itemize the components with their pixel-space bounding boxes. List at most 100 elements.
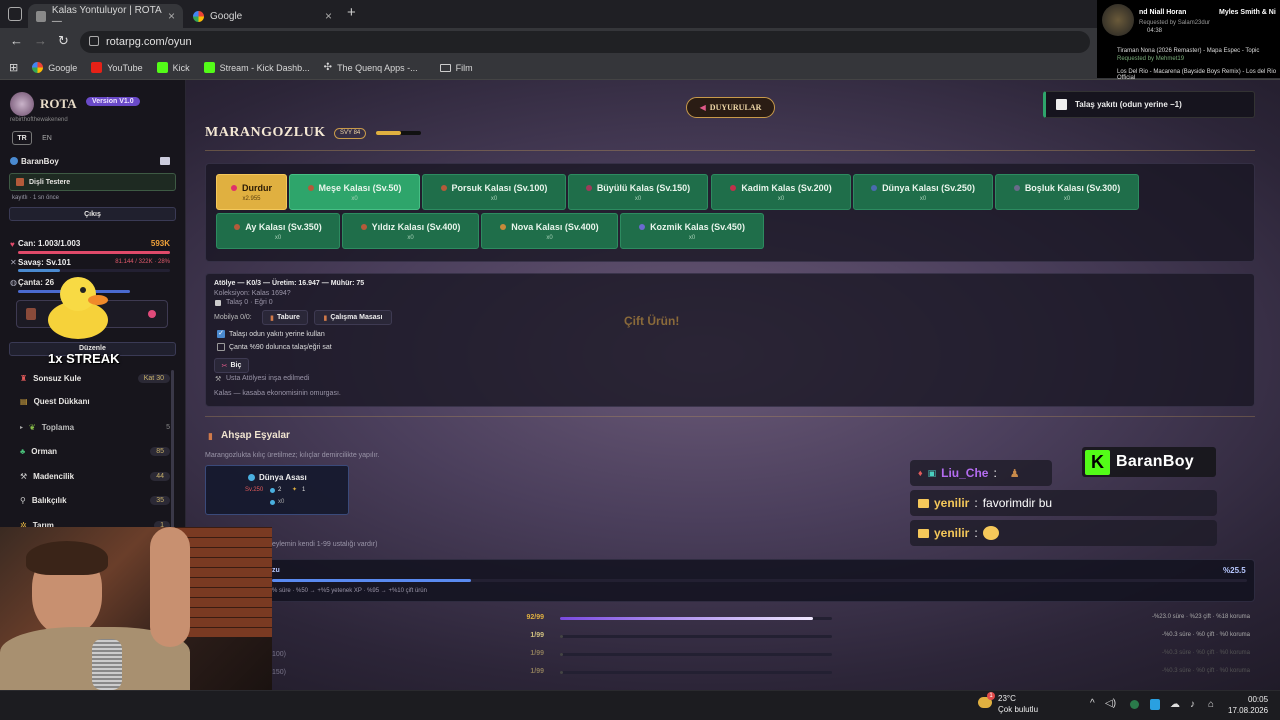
product-button[interactable]: Meşe Kalası (Sv.50) x0: [289, 174, 420, 210]
tray-app-icon[interactable]: [1130, 700, 1139, 709]
logout-button[interactable]: Çıkış: [9, 207, 176, 221]
tray-chevron-icon[interactable]: ^: [1090, 698, 1095, 709]
sidebar-scrollbar[interactable]: [171, 370, 174, 530]
product-button[interactable]: Büyülü Kalas (Sv.150) x0: [568, 174, 708, 210]
close-tab-icon[interactable]: ×: [325, 9, 332, 23]
track-title: nd Niall Horan: [1139, 9, 1187, 16]
windows-taskbar: 1 23°C Çok bulutlu ^ ◁) ☁ ♪ ⌂ 00:05 17.0…: [0, 690, 1280, 720]
tree-icon: ♣: [20, 446, 26, 456]
security-icon[interactable]: [1150, 699, 1160, 710]
mastery-row-track: [560, 635, 832, 638]
duck-eye: [80, 287, 86, 293]
tabure-button[interactable]: ▮ Tabure: [262, 310, 308, 325]
workshop-info: Atölye — K0/3 — Üretim: 16.947 — Mühür: …: [214, 280, 365, 287]
bookmark-quenq-apps[interactable]: ✣ The Quenq Apps -...: [324, 62, 418, 73]
product-button[interactable]: Yıldız Kalası (Sv.400) x0: [342, 213, 479, 249]
browser-tab-active[interactable]: Kalas Yontuluyor | ROTA — ×: [28, 4, 183, 28]
mastery-row-value: 1/99: [530, 632, 544, 639]
use-sawdust-checkbox[interactable]: ✓: [217, 330, 225, 338]
bookmark-kick[interactable]: Kick: [156, 62, 190, 73]
slot-item-icon[interactable]: [26, 308, 36, 320]
save-status: kayıtlı · 1 sn önce: [12, 195, 60, 201]
cut-button[interactable]: ✂ Biç: [214, 358, 249, 373]
lang-en-button[interactable]: EN: [37, 131, 57, 145]
equipped-item-panel[interactable]: Dişli Testere: [9, 173, 176, 191]
combat-label: Savaş: Sv.101: [18, 258, 71, 267]
lang-tr-button[interactable]: TR: [12, 131, 32, 145]
bookmark-stream-dashboard[interactable]: Stream - Kick Dashb...: [203, 62, 310, 73]
bookmark-label: Google: [48, 62, 78, 73]
bookmark-label: Film: [455, 62, 473, 73]
mastery-percent: %25.5: [1223, 566, 1246, 575]
chat-user: yenilir: [934, 526, 970, 540]
megaphone-icon: ◀: [699, 103, 706, 112]
workbench-button[interactable]: ▮ Çalışma Masası: [314, 310, 392, 325]
oak-plank-icon: [307, 184, 314, 191]
bookmark-film-folder[interactable]: Film: [439, 62, 473, 73]
chat-user: yenilir: [934, 496, 970, 510]
audio-icon[interactable]: ◁): [1105, 698, 1116, 709]
weather-desc: Çok bulutlu: [998, 705, 1039, 714]
nav-item-orman[interactable]: ♣ Orman 85: [20, 442, 170, 460]
nav-item-balikcilik[interactable]: ⚲ Balıkçılık 35: [20, 491, 170, 509]
browser-tab-bar: Kalas Yontuluyor | ROTA — × Google × +: [0, 0, 1280, 28]
url-input[interactable]: rotarpg.com/oyun: [80, 31, 1090, 53]
nav-section-toplama[interactable]: ▸ ❦ Toplama 5: [20, 418, 170, 436]
workshop-description: Kalas — kasaba ekonomisinin omurgası.: [214, 390, 341, 397]
nav-item-madencilik[interactable]: ⚒ Madencilik 44: [20, 467, 170, 485]
equipped-item-label: Dişli Testere: [29, 178, 71, 186]
logo-text: ROTA: [40, 96, 77, 111]
sawdust-icon: [215, 300, 221, 306]
toast-text: Talaş yakıtı (odun yerine −1): [1075, 100, 1182, 109]
announcements-button[interactable]: ◀ Duyurular: [686, 97, 775, 118]
product-button[interactable]: Nova Kalası (Sv.400) x0: [481, 213, 618, 249]
product-count: x0: [634, 195, 642, 202]
new-tab-icon[interactable]: +: [347, 4, 356, 21]
crown-icon: ♦: [918, 468, 923, 478]
bookmark-youtube[interactable]: YouTube: [91, 62, 143, 73]
reload-icon[interactable]: ↻: [58, 33, 69, 49]
product-button[interactable]: Kadim Kalas (Sv.200) x0: [711, 174, 851, 210]
rota-logo-icon: [10, 92, 34, 116]
mic-icon[interactable]: ♪: [1190, 699, 1195, 710]
auto-sell-checkbox[interactable]: [217, 343, 225, 351]
product-button-row: Kozmik Kalas (Sv.450): [639, 222, 745, 232]
product-button[interactable]: Kozmik Kalas (Sv.450) x0: [620, 213, 764, 249]
tab-search-icon[interactable]: [8, 7, 22, 21]
nav-label: Madencilik: [33, 471, 75, 481]
magic-plank-icon: [585, 184, 592, 191]
mail-icon[interactable]: [160, 157, 170, 165]
auto-sell-label: Çanta %90 dolunca talaş/eğri sat: [229, 344, 332, 351]
product-button[interactable]: Porsuk Kalası (Sv.100) x0: [422, 174, 566, 210]
product-label: Kozmik Kalas (Sv.450): [650, 221, 745, 232]
product-button[interactable]: Durdur x2.955: [216, 174, 287, 210]
version-badge: Version V1.0: [86, 97, 140, 106]
combat-xp: 81.144 / 322K · 28%: [115, 259, 170, 265]
product-button[interactable]: Dünya Kalası (Sv.250) x0: [853, 174, 993, 210]
bookmark-google[interactable]: Google: [32, 62, 77, 73]
nav-item-quest-dukkani[interactable]: ▤ Quest Dükkanı: [20, 392, 170, 410]
youtube-icon: [91, 62, 103, 73]
emote-icon: [982, 526, 999, 540]
mastery-row-bonus: -%0.3 süre · %0 çift · %0 koruma: [1161, 668, 1250, 674]
wood-items-icon: ▮: [208, 431, 213, 441]
browser-tab-google[interactable]: Google ×: [185, 4, 340, 28]
site-info-icon[interactable]: [89, 36, 99, 46]
cloud-icon[interactable]: ☁: [1170, 699, 1180, 710]
track-time: 04:38: [1147, 28, 1163, 34]
back-icon[interactable]: ←: [10, 33, 23, 48]
item-card-level: Sv.250: [245, 487, 264, 493]
sawdust-info: Talaş 0 · Eğri 0: [226, 299, 273, 306]
close-tab-icon[interactable]: ×: [168, 9, 175, 23]
product-label: Meşe Kalası (Sv.50): [318, 182, 402, 193]
apps-grid-icon[interactable]: ⊞: [9, 61, 18, 74]
forward-icon[interactable]: →: [34, 33, 47, 48]
product-button-row: Büyülü Kalas (Sv.150): [585, 183, 690, 193]
product-button[interactable]: Ay Kalası (Sv.350) x0: [216, 213, 340, 249]
product-button[interactable]: Boşluk Kalası (Sv.300) x0: [995, 174, 1139, 210]
network-icon[interactable]: ⌂: [1208, 699, 1214, 710]
webcam-raised-arm: [150, 527, 190, 647]
nav-item-sonsuz-kule[interactable]: ♜ Sonsuz Kule Kat 30: [20, 369, 170, 387]
slot-potion-icon[interactable]: [148, 310, 156, 318]
product-label: Ay Kalası (Sv.350): [245, 221, 322, 232]
